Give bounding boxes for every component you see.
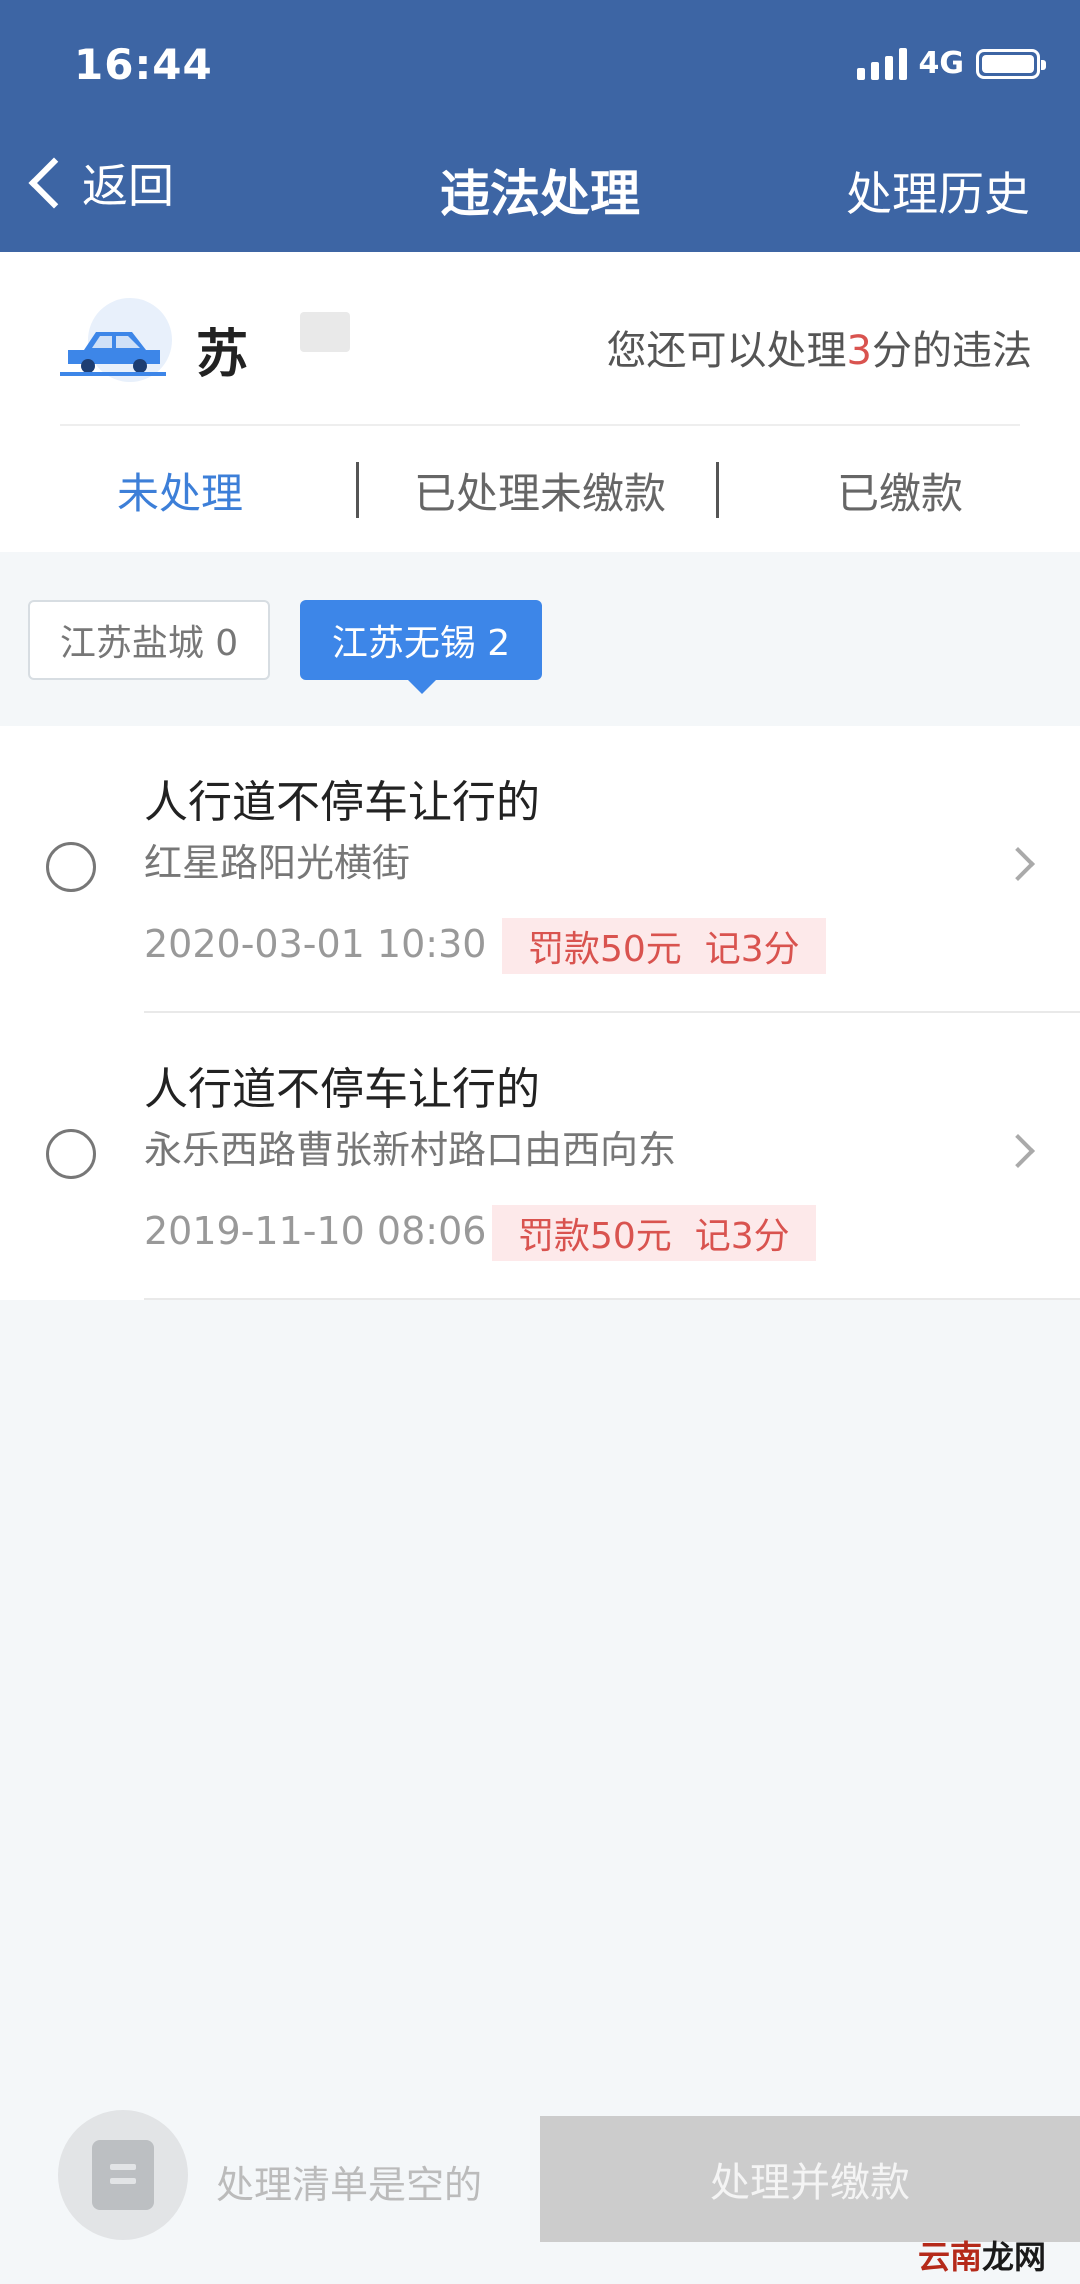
tab-separator bbox=[716, 462, 719, 518]
chevron-right-icon bbox=[1001, 1134, 1035, 1168]
cart-button[interactable] bbox=[58, 2110, 188, 2240]
tab-unprocessed[interactable]: 未处理 bbox=[0, 440, 360, 540]
bottom-action-bar: 处理清单是空的 处理并缴款 bbox=[0, 2110, 1080, 2242]
tab-separator bbox=[356, 462, 359, 518]
history-button[interactable]: 处理历史 bbox=[846, 158, 1030, 224]
watermark-logo: 云南龙网 bbox=[918, 2232, 1046, 2278]
status-time: 16:44 bbox=[74, 40, 213, 89]
region-chip-yancheng[interactable]: 江苏盐城 0 bbox=[28, 600, 270, 680]
violation-datetime: 2020-03-01 10:30 bbox=[144, 922, 487, 966]
violation-datetime: 2019-11-10 08:06 bbox=[144, 1209, 487, 1253]
remaining-points-info: 您还可以处理3分的违法 bbox=[607, 318, 1032, 376]
fine-amount: 罚款50元 bbox=[518, 1216, 672, 1257]
points-value: 3 bbox=[846, 328, 872, 374]
fine-amount: 罚款50元 bbox=[528, 929, 682, 970]
list-icon bbox=[92, 2140, 154, 2210]
violation-address: 永乐西路曹张新村路口由西向东 bbox=[144, 1128, 677, 1172]
cart-status: 处理清单是空的 bbox=[216, 2163, 483, 2207]
divider bbox=[60, 424, 1020, 426]
select-radio[interactable] bbox=[46, 842, 96, 892]
plate-mask bbox=[300, 312, 350, 352]
signal-icon bbox=[856, 47, 907, 80]
tab-paid[interactable]: 已缴款 bbox=[720, 440, 1080, 540]
points-suffix: 分的违法 bbox=[872, 328, 1032, 374]
watermark-part2: 龙网 bbox=[981, 2238, 1046, 2276]
chevron-right-icon bbox=[1001, 847, 1035, 881]
violation-title: 人行道不停车让行的 bbox=[144, 777, 540, 828]
penalty-badge: 罚款50元 记3分 bbox=[502, 918, 826, 974]
process-and-pay-button[interactable]: 处理并缴款 bbox=[540, 2116, 1080, 2242]
tab-processed-unpaid[interactable]: 已处理未缴款 bbox=[360, 440, 720, 540]
violation-title: 人行道不停车让行的 bbox=[144, 1064, 540, 1115]
watermark-part1: 云南 bbox=[917, 2238, 982, 2276]
screen: 16:44 4G 返回 违法处理 处理历史 苏 您还可以处理3分的违法 未处理 … bbox=[0, 0, 1080, 2284]
plate-section: 苏 您还可以处理3分的违法 未处理 已处理未缴款 已缴款 bbox=[0, 252, 1080, 558]
list-item[interactable]: 人行道不停车让行的 红星路阳光横街 2020-03-01 10:30 罚款50元… bbox=[0, 726, 1080, 1013]
select-radio[interactable] bbox=[46, 1129, 96, 1179]
points-prefix: 您还可以处理 bbox=[606, 328, 847, 374]
violation-address: 红星路阳光横街 bbox=[144, 841, 411, 885]
penalty-points: 记3分 bbox=[704, 929, 800, 970]
car-icon bbox=[58, 298, 178, 388]
violation-list: 人行道不停车让行的 红星路阳光横街 2020-03-01 10:30 罚款50元… bbox=[0, 726, 1080, 1300]
status-indicators: 4G bbox=[856, 46, 1046, 81]
plate-number: 苏 bbox=[196, 325, 249, 385]
penalty-badge: 罚款50元 记3分 bbox=[492, 1205, 816, 1261]
penalty-points: 记3分 bbox=[694, 1216, 790, 1257]
region-filter: 江苏盐城 0 江苏无锡 2 bbox=[0, 552, 1080, 726]
battery-icon bbox=[976, 48, 1046, 79]
list-item[interactable]: 人行道不停车让行的 永乐西路曹张新村路口由西向东 2019-11-10 08:0… bbox=[0, 1013, 1080, 1300]
status-tabs: 未处理 已处理未缴款 已缴款 bbox=[0, 440, 1080, 552]
app-header: 16:44 4G 返回 违法处理 处理历史 bbox=[0, 0, 1080, 252]
network-type: 4G bbox=[918, 46, 965, 81]
divider bbox=[144, 1298, 1080, 1300]
region-chip-wuxi[interactable]: 江苏无锡 2 bbox=[300, 600, 542, 694]
